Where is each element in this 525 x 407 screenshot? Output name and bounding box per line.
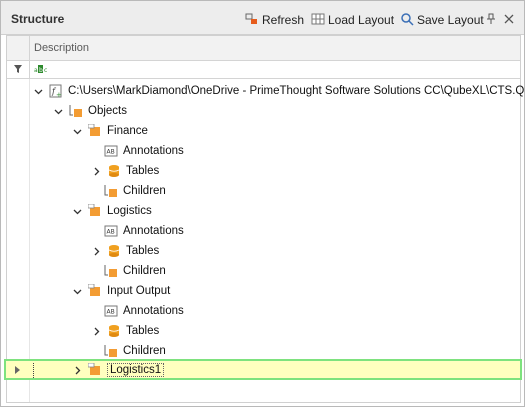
layout-grid-icon — [311, 12, 328, 29]
svg-text:a: a — [34, 67, 38, 74]
tree-row-logistics[interactable]: Logistics — [72, 201, 525, 221]
tree-row-input-output[interactable]: Input Output — [72, 281, 525, 301]
formula-file-icon: f + — [49, 84, 63, 98]
chevron-down-icon[interactable] — [72, 206, 82, 216]
svg-text:b: b — [39, 67, 43, 74]
load-layout-label: Load Layout — [328, 13, 395, 27]
tree-row-logistics1[interactable]: Logistics1 — [72, 360, 525, 380]
pin-icon — [486, 13, 499, 28]
row-indicator-icon — [14, 365, 22, 378]
svg-text:c: c — [44, 67, 47, 74]
chevron-right-icon[interactable] — [91, 166, 101, 176]
tree-row-children[interactable]: Children — [104, 341, 525, 361]
tree-row-children[interactable]: Children — [104, 181, 525, 201]
refresh-button[interactable]: Refresh — [245, 11, 304, 29]
folder-node-icon — [88, 363, 102, 377]
tree-row-children[interactable]: Children — [104, 261, 525, 281]
folder-node-icon — [88, 284, 102, 298]
close-icon — [504, 13, 517, 27]
tree-root-label: C:\Users\MarkDiamond\OneDrive - PrimeTho… — [68, 85, 525, 97]
annotation-ab-icon: AB — [104, 224, 118, 238]
chevron-right-icon[interactable] — [91, 246, 101, 256]
tree-label-children: Children — [123, 185, 166, 197]
tree-label-finance: Finance — [107, 125, 148, 137]
tree-label-logistics: Logistics — [107, 205, 152, 217]
header-gutter — [7, 36, 30, 60]
tree-row-annotations[interactable]: AB Annotations — [104, 141, 525, 161]
tree-label-annotations: Annotations — [123, 305, 184, 317]
filter-row[interactable]: a b c — [7, 61, 520, 79]
column-header-description: Description — [34, 42, 90, 54]
refresh-icon — [245, 12, 262, 29]
column-header[interactable]: Description — [7, 36, 520, 61]
tree-label-objects: Objects — [88, 105, 127, 117]
abc-icon[interactable]: a b c — [34, 64, 48, 77]
tree-row-tables[interactable]: Tables — [91, 161, 525, 181]
focus-dotted-line — [33, 363, 34, 378]
refresh-label: Refresh — [262, 13, 305, 27]
chevron-down-icon[interactable] — [34, 86, 43, 96]
svg-text:AB: AB — [107, 309, 115, 316]
annotation-ab-icon: AB — [104, 144, 118, 158]
tree-row-objects[interactable]: Objects — [53, 101, 525, 121]
children-icon — [104, 344, 118, 358]
panel-header: Structure Refresh Load Layout Save Layou… — [1, 1, 524, 35]
panel-title: Structure — [11, 12, 65, 26]
chevron-right-icon[interactable] — [91, 326, 101, 336]
save-layout-label: Save Layout — [417, 13, 484, 27]
filter-gutter — [7, 61, 30, 78]
tree-label-annotations: Annotations — [123, 145, 184, 157]
funnel-icon[interactable] — [13, 64, 23, 77]
tree-label-children: Children — [123, 265, 166, 277]
search-save-icon — [400, 12, 417, 29]
tree-label-tables: Tables — [126, 325, 160, 337]
database-icon — [107, 244, 121, 258]
annotation-ab-icon: AB — [104, 304, 118, 318]
database-icon — [107, 164, 121, 178]
structure-panel: Structure Refresh Load Layout Save Layou… — [0, 0, 525, 407]
tree-row-root[interactable]: f + C:\Users\MarkDiamond\OneDrive - Prim… — [34, 81, 525, 101]
tree-label-logistics1: Logistics1 — [107, 363, 165, 377]
row-gutter — [7, 79, 30, 402]
svg-text:+: + — [56, 91, 62, 98]
tree-row-tables[interactable]: Tables — [91, 241, 525, 261]
pin-button[interactable] — [486, 11, 499, 29]
tree-label-tables: Tables — [126, 165, 160, 177]
database-icon — [107, 324, 121, 338]
chevron-right-icon[interactable] — [72, 365, 82, 375]
tree-label-tables: Tables — [126, 245, 160, 257]
tree-label-children: Children — [123, 345, 166, 357]
svg-text:AB: AB — [107, 229, 115, 236]
folder-node-icon — [88, 124, 102, 138]
tree-label-annotations: Annotations — [123, 225, 184, 237]
tree-row-finance[interactable]: Finance — [72, 121, 525, 141]
chevron-down-icon[interactable] — [53, 106, 63, 116]
objects-icon — [69, 104, 83, 118]
chevron-down-icon[interactable] — [72, 126, 82, 136]
children-icon — [104, 184, 118, 198]
folder-node-icon — [88, 204, 102, 218]
chevron-down-icon[interactable] — [72, 286, 82, 296]
svg-text:AB: AB — [107, 149, 115, 156]
tree-row-annotations[interactable]: AB Annotations — [104, 221, 525, 241]
tree-label-input-output: Input Output — [107, 285, 171, 297]
children-icon — [104, 264, 118, 278]
close-button[interactable] — [504, 11, 517, 29]
save-layout-button[interactable]: Save Layout — [400, 11, 484, 29]
tree-row-tables[interactable]: Tables — [91, 321, 525, 341]
tree-row-annotations[interactable]: AB Annotations — [104, 301, 525, 321]
load-layout-button[interactable]: Load Layout — [311, 11, 394, 29]
